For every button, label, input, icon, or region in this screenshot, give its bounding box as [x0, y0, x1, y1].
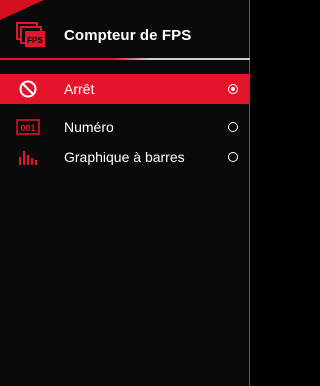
option-off[interactable]: Arrêt	[0, 74, 250, 104]
option-bar-graph[interactable]: Graphique à barres	[0, 142, 250, 172]
option-label: Graphique à barres	[64, 149, 185, 165]
radio-button[interactable]	[228, 152, 238, 162]
numeric-icon-text: 001	[20, 123, 35, 133]
radio-button[interactable]	[228, 122, 238, 132]
bar-graph-icon	[14, 146, 42, 168]
header-divider	[0, 58, 250, 60]
radio-button[interactable]	[228, 84, 238, 94]
numeric-display-icon: 001	[14, 116, 42, 138]
option-number[interactable]: 001 Numéro	[0, 112, 250, 142]
option-label: Numéro	[64, 119, 114, 135]
fps-icon-text: FPS	[27, 36, 43, 45]
option-label: Arrêt	[64, 81, 95, 97]
fps-counter-icon: FPS	[16, 22, 46, 48]
panel-header: FPS Compteur de FPS	[0, 0, 250, 60]
panel-title: Compteur de FPS	[64, 27, 192, 44]
fps-counter-panel: FPS Compteur de FPS Arrêt 001 Numéro Gra…	[0, 0, 250, 386]
prohibited-icon	[14, 78, 42, 100]
